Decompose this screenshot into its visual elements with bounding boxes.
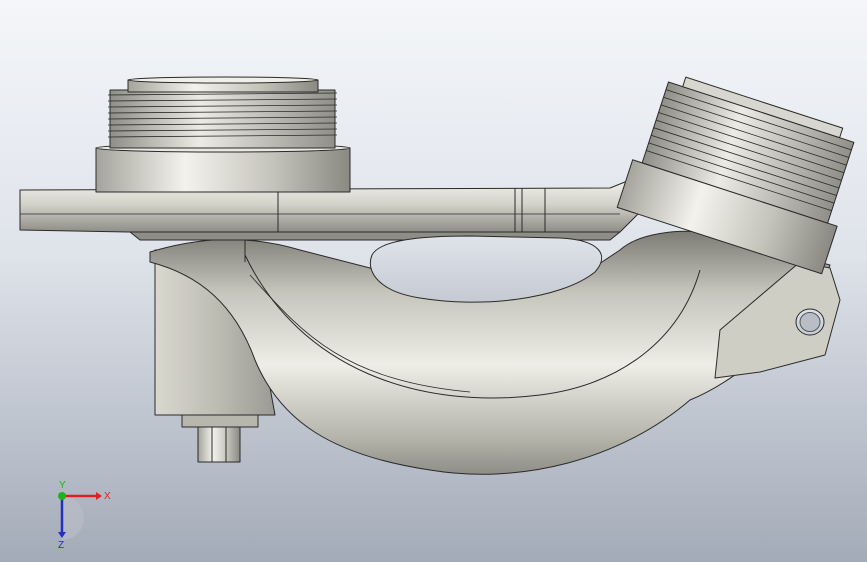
left-boss: [95, 147, 351, 193]
x-axis-arrow: [96, 492, 102, 500]
graphics-viewport[interactable]: X Y Z: [0, 0, 867, 562]
x-axis-label: X: [104, 491, 111, 502]
reference-triad: X Y Z: [44, 480, 114, 551]
y-axis-dot: [58, 492, 66, 500]
bottom-tab: [197, 426, 241, 463]
model-view[interactable]: [0, 0, 867, 562]
bottom-stub: [181, 414, 259, 428]
triad-shadow: [62, 496, 84, 540]
y-axis-label: Y: [59, 480, 66, 491]
z-axis-label: Z: [58, 540, 64, 550]
